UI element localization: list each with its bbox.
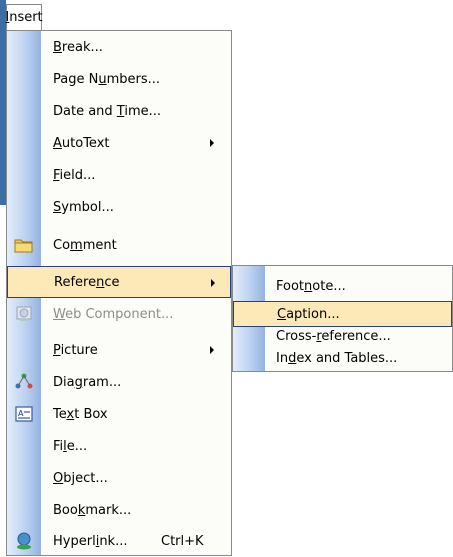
menu-item-file[interactable]: File... [7, 430, 231, 462]
web-component-icon [14, 304, 34, 324]
insert-dropdown: Break... Page Numbers... Date and Time..… [6, 30, 232, 556]
menu-item-web-component: Web Component... [7, 298, 231, 330]
menu-item-symbol[interactable]: Symbol... [7, 191, 231, 223]
submenu-arrow-icon [210, 346, 214, 354]
menu-item-label: Field... [53, 167, 96, 183]
menu-item-label: Text Box [53, 406, 108, 422]
menu-item-label: Web Component... [53, 306, 174, 322]
submenu-arrow-icon [210, 139, 214, 147]
submenu-item-index-and-tables[interactable]: Index and Tables... [233, 345, 452, 371]
menu-item-label: Symbol... [53, 199, 114, 215]
menu-item-field[interactable]: Field... [7, 159, 231, 191]
insert-menu-label: Insert [5, 10, 43, 25]
menu-item-object[interactable]: Object... [7, 462, 231, 494]
hyperlink-globe-icon [14, 531, 34, 551]
svg-text:A: A [18, 409, 24, 418]
submenu-item-label: Cross-reference... [276, 328, 391, 344]
menu-item-label: AutoText [53, 135, 110, 151]
menu-item-diagram[interactable]: Diagram... [7, 366, 231, 398]
submenu-arrow-icon [211, 279, 215, 287]
submenu-item-label: Footnote... [276, 278, 346, 294]
menu-item-label: Diagram... [53, 374, 122, 390]
menu-item-page-numbers[interactable]: Page Numbers... [7, 63, 231, 95]
menu-item-label: Picture [53, 342, 98, 358]
menu-item-shortcut: Ctrl+K [161, 533, 204, 549]
folder-comment-icon [14, 235, 34, 255]
submenu-item-footnote[interactable]: Footnote... [233, 273, 452, 299]
insert-menu-button[interactable]: Insert [5, 4, 43, 30]
menu-item-label: Comment [53, 237, 117, 253]
menu-item-reference[interactable]: Reference [7, 266, 231, 298]
menu-item-picture[interactable]: Picture [7, 334, 231, 366]
menu-item-break[interactable]: Break... [7, 31, 231, 63]
menu-item-date-and-time[interactable]: Date and Time... [7, 95, 231, 127]
menu-item-label: Bookmark... [53, 502, 132, 518]
menu-item-bookmark[interactable]: Bookmark... [7, 494, 231, 526]
submenu-item-label: Caption... [277, 306, 340, 322]
menu-item-label: Reference [54, 274, 120, 290]
text-box-icon: A [14, 404, 34, 424]
menu-item-text-box[interactable]: A Text Box [7, 398, 231, 430]
submenu-item-label: Index and Tables... [276, 350, 398, 366]
menu-item-label: Break... [53, 39, 103, 55]
menu-item-hyperlink[interactable]: Hyperlink... Ctrl+K [7, 525, 231, 557]
menu-item-autotext[interactable]: AutoText [7, 127, 231, 159]
menu-item-label: Date and Time... [53, 103, 162, 119]
reference-submenu: Footnote... Caption... Cross-reference..… [232, 265, 453, 372]
menu-item-label: Page Numbers... [53, 71, 161, 87]
menu-item-label: Object... [53, 470, 108, 486]
menu-item-comment[interactable]: Comment [7, 229, 231, 261]
menu-item-label: Hyperlink... [53, 533, 128, 549]
diagram-icon [14, 372, 34, 392]
menu-item-label: File... [53, 438, 88, 454]
